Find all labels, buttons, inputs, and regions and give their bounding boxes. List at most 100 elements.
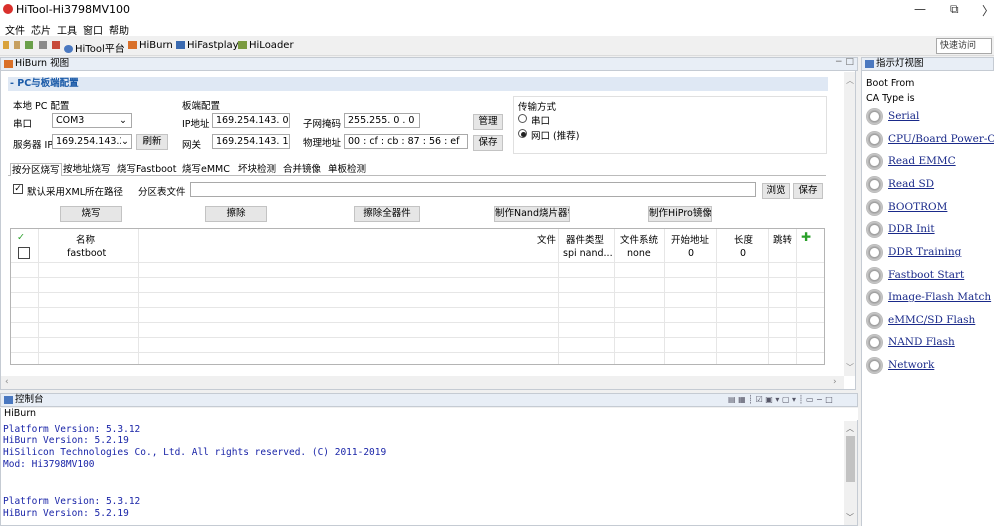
tool-icon[interactable] xyxy=(38,41,47,49)
indicator-led-icon xyxy=(866,108,883,125)
subnet-mask-field[interactable]: 255.255. 0 . 0 xyxy=(344,113,420,128)
scroll-down-icon[interactable]: ﹀ xyxy=(846,512,854,523)
indicator-ddr-init: DDR Init xyxy=(866,221,994,241)
transfer-net-radio[interactable] xyxy=(518,129,527,138)
row-start-address[interactable]: 0 xyxy=(688,248,694,259)
platform-icon xyxy=(64,45,73,53)
check-all-icon[interactable]: ✓ xyxy=(17,232,25,243)
chevron-down-icon: ⌄ xyxy=(121,135,129,148)
make-nand-image-button[interactable]: 制作Nand烧片器镜像 xyxy=(494,206,570,222)
view-minimize-icon[interactable]: − □ xyxy=(835,57,854,67)
restore-button[interactable]: ⧉ xyxy=(950,2,959,17)
indicator-led-icon xyxy=(866,153,883,170)
add-row-icon[interactable]: ✚ xyxy=(801,230,811,244)
burn-button[interactable]: 烧写 xyxy=(60,206,122,222)
tab-merge-image[interactable]: 合并镜像 xyxy=(283,163,321,176)
chevron-right-icon[interactable]: 〉 xyxy=(982,2,994,19)
scroll-up-icon[interactable]: ︿ xyxy=(846,423,854,434)
console-toolbar-icons[interactable]: ▤ ▦ ┊ ☑ ▣ ▾ ▢ ▾ ┊ ▭ − □ xyxy=(728,395,833,404)
gateway-field[interactable]: 169.254.143. 1 xyxy=(212,134,290,149)
partition-file-input[interactable] xyxy=(190,182,756,197)
scroll-left-icon[interactable]: ‹ xyxy=(5,377,9,387)
indicator-led-icon xyxy=(866,221,883,238)
toolbar-hiloader[interactable]: HiLoader xyxy=(238,40,294,51)
toolbar-hiburn[interactable]: HiBurn xyxy=(128,40,173,51)
make-hipro-image-button[interactable]: 制作HiPro镜像 xyxy=(648,206,712,222)
serial-port-select[interactable]: COM3 ⌄ xyxy=(52,113,132,128)
indicator-led-icon xyxy=(866,199,883,216)
transfer-group xyxy=(513,96,827,154)
toolbar-icons xyxy=(3,40,62,51)
indicator-led-icon xyxy=(866,131,883,148)
erase-button[interactable]: 擦除 xyxy=(205,206,267,222)
toolbar-hitool-platform[interactable]: HiTool平台 xyxy=(64,40,125,55)
menu-tools[interactable]: 工具 xyxy=(57,22,77,37)
console-scroll-thumb[interactable] xyxy=(846,436,855,482)
burn-icon xyxy=(4,59,13,68)
row-name[interactable]: fastboot xyxy=(67,248,106,259)
tool-icon[interactable] xyxy=(25,41,34,49)
indicator-led-icon xyxy=(866,244,883,261)
panel-vertical-scrollbar[interactable] xyxy=(844,72,855,376)
quick-access-input[interactable]: 快速访问 xyxy=(936,38,992,54)
server-ip-select[interactable]: 169.254.143.2 ⌄ xyxy=(52,134,132,149)
menu-help[interactable]: 帮助 xyxy=(109,22,129,37)
console-subtitle: HiBurn xyxy=(0,408,858,420)
chevron-down-icon: ⌄ xyxy=(119,115,127,126)
row-checkbox[interactable] xyxy=(18,247,30,259)
mac-address-field[interactable]: 00 : cf : cb : 87 : 56 : ef xyxy=(344,134,468,149)
ip-address-label: IP地址 xyxy=(182,119,210,130)
tool-icon[interactable] xyxy=(14,41,21,49)
tab-bad-block-check[interactable]: 坏块检测 xyxy=(238,163,276,176)
erase-all-button[interactable]: 擦除全器件 xyxy=(354,206,420,222)
tab-burn-by-partition[interactable]: 按分区烧写 xyxy=(10,163,62,176)
transfer-net-label: 网口 (推荐) xyxy=(531,131,580,142)
default-xml-checkbox[interactable]: ✓ xyxy=(13,184,23,194)
menu-window[interactable]: 窗口 xyxy=(83,22,103,37)
console-line: HiBurn Version: 5.2.19 xyxy=(3,508,129,519)
partition-table xyxy=(10,228,825,365)
transfer-serial-radio[interactable] xyxy=(518,114,527,123)
indicator-read-emmc: Read EMMC xyxy=(866,153,994,173)
save-partition-button[interactable]: 保存 xyxy=(793,183,823,199)
hiburn-view-tab[interactable]: HiBurn 视图 xyxy=(0,57,858,71)
transfer-serial-label: 串口 xyxy=(531,116,551,127)
tab-burn-emmc[interactable]: 烧写eMMC xyxy=(182,163,230,176)
indicator-fastboot-start: Fastboot Start xyxy=(866,267,994,287)
indicator-led-icon xyxy=(866,267,883,284)
ip-address-field[interactable]: 169.254.143. 0 xyxy=(212,113,290,128)
mac-address-label: 物理地址 xyxy=(303,138,342,149)
scroll-right-icon[interactable]: › xyxy=(833,377,837,387)
save-board-button[interactable]: 保存 xyxy=(473,135,503,151)
console-line: HiBurn Version: 5.2.19 xyxy=(3,435,129,446)
indicator-led-icon xyxy=(866,176,883,193)
manage-button[interactable]: 管理 xyxy=(473,114,503,130)
toolbar-hifastplay[interactable]: HiFastplay xyxy=(176,40,239,51)
scroll-down-icon[interactable]: ﹀ xyxy=(846,362,854,373)
row-length[interactable]: 0 xyxy=(740,248,746,259)
tab-burn-fastboot[interactable]: 烧写Fastboot xyxy=(117,163,176,176)
pc-board-section-title[interactable]: - PC与板端配置 xyxy=(8,77,828,91)
indicator-view-tab[interactable]: 指示灯视图 xyxy=(861,57,994,71)
scroll-up-icon[interactable]: ︿ xyxy=(846,75,854,86)
indicator-nand-flash: NAND Flash xyxy=(866,334,994,354)
tab-board-check[interactable]: 单板检测 xyxy=(328,163,366,176)
menu-chip[interactable]: 芯片 xyxy=(31,22,51,37)
tool-icon[interactable] xyxy=(51,41,60,49)
col-file: 文件 xyxy=(537,235,557,246)
minimize-button[interactable]: — xyxy=(914,2,926,16)
browse-button[interactable]: 浏览 xyxy=(762,183,790,199)
tab-burn-by-address[interactable]: 按地址烧写 xyxy=(63,163,111,176)
panel-horizontal-scrollbar[interactable] xyxy=(1,376,844,389)
board-group-label: 板端配置 xyxy=(182,101,221,112)
row-device-type[interactable]: spi nand... xyxy=(563,248,613,259)
menu-file[interactable]: 文件 xyxy=(5,22,25,37)
fastplay-icon xyxy=(176,41,185,49)
ca-type-label: CA Type is xyxy=(866,93,915,104)
tool-icon[interactable] xyxy=(3,41,9,49)
indicator-led-icon xyxy=(866,357,883,374)
row-filesystem[interactable]: none xyxy=(627,248,651,259)
col-filesystem: 文件系统 xyxy=(620,235,659,246)
col-device-type: 器件类型 xyxy=(566,235,605,246)
refresh-button[interactable]: 刷新 xyxy=(136,134,168,150)
